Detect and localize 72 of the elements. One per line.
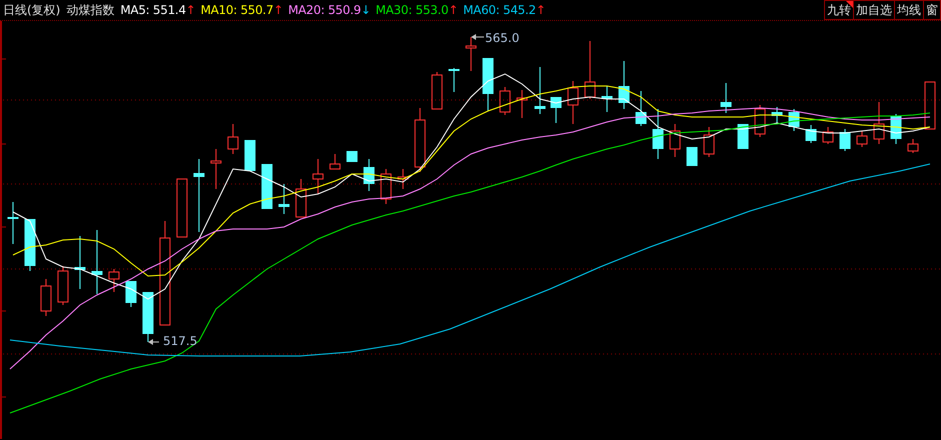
toolbar-button[interactable]: 加自选 xyxy=(854,0,895,20)
candlestick xyxy=(534,66,546,114)
candlestick xyxy=(466,36,476,72)
candlestick xyxy=(550,96,562,124)
candlestick xyxy=(364,158,374,192)
candlestick xyxy=(262,164,272,210)
candlestick xyxy=(24,218,36,272)
candlestick xyxy=(312,158,324,194)
high-price-label: 565.0 xyxy=(485,31,520,45)
pointer-arrow-icon xyxy=(148,339,160,345)
candlestick xyxy=(108,268,120,292)
toolbar-button[interactable]: 九转 xyxy=(824,0,854,20)
candlestick xyxy=(670,124,680,158)
toolbar-button[interactable]: 窗 xyxy=(924,0,941,20)
index-name: 动煤指数 xyxy=(66,2,114,18)
candlestick xyxy=(516,90,528,118)
candlestick xyxy=(8,202,18,244)
candlestick xyxy=(856,130,868,148)
candlestick xyxy=(210,148,222,190)
moving-average-value: MA60: 545.2 xyxy=(463,3,536,17)
moving-average-value: MA10: 550.7 xyxy=(200,3,274,17)
candlestick xyxy=(840,128,850,152)
trend-arrow: ↑ xyxy=(186,3,196,17)
candlestick xyxy=(500,86,510,116)
candlestick xyxy=(788,108,800,132)
trend-arrow: ↑ xyxy=(448,3,458,17)
candlestick xyxy=(686,146,698,166)
candlestick xyxy=(126,280,136,308)
candlestick xyxy=(278,184,290,214)
candlestick xyxy=(448,68,460,92)
candlestick xyxy=(806,124,816,144)
candlestick xyxy=(584,40,596,100)
candlestick xyxy=(720,82,732,114)
candlestick xyxy=(754,104,766,138)
candlestick xyxy=(704,126,714,158)
toolbar-button[interactable]: 均线 xyxy=(895,0,924,20)
candlestick xyxy=(176,178,188,238)
trend-arrow: ↑ xyxy=(273,3,284,17)
candlestick xyxy=(908,138,918,154)
candlestick xyxy=(618,60,630,110)
candlestick xyxy=(772,106,782,124)
candlestick xyxy=(482,58,494,112)
trend-arrow: ↓ xyxy=(360,3,371,17)
candlestick xyxy=(414,108,426,172)
candlestick xyxy=(58,266,68,306)
candlestick xyxy=(924,82,936,130)
candlestick xyxy=(92,230,102,294)
candlestick xyxy=(244,140,256,172)
candlestick xyxy=(568,80,578,124)
candlestick xyxy=(330,154,340,170)
candlestick xyxy=(432,72,442,110)
candlestick xyxy=(874,102,884,144)
candlestick xyxy=(652,108,664,160)
candlestick xyxy=(296,178,306,218)
trend-arrow: ↑ xyxy=(536,3,546,17)
moving-average-value: MA30: 553.0 xyxy=(376,3,448,17)
low-price-label: 517.5 xyxy=(163,334,198,348)
candlestick xyxy=(40,278,52,316)
candlestick xyxy=(74,236,86,290)
candlestick xyxy=(822,126,834,144)
candlestick xyxy=(636,90,646,126)
candlestick xyxy=(228,124,238,154)
candlestick xyxy=(602,86,612,112)
candlestick xyxy=(380,168,392,204)
candlestick xyxy=(142,292,154,342)
candlestick xyxy=(346,150,358,162)
pointer-arrow-icon xyxy=(471,34,484,40)
candlestick xyxy=(398,168,408,190)
chart-period-label: 日线(复权) xyxy=(3,2,60,18)
candlestick xyxy=(738,124,748,150)
moving-average-value: MA5: 551.4 xyxy=(120,3,186,17)
moving-average-value: MA20: 550.9 xyxy=(288,3,361,17)
